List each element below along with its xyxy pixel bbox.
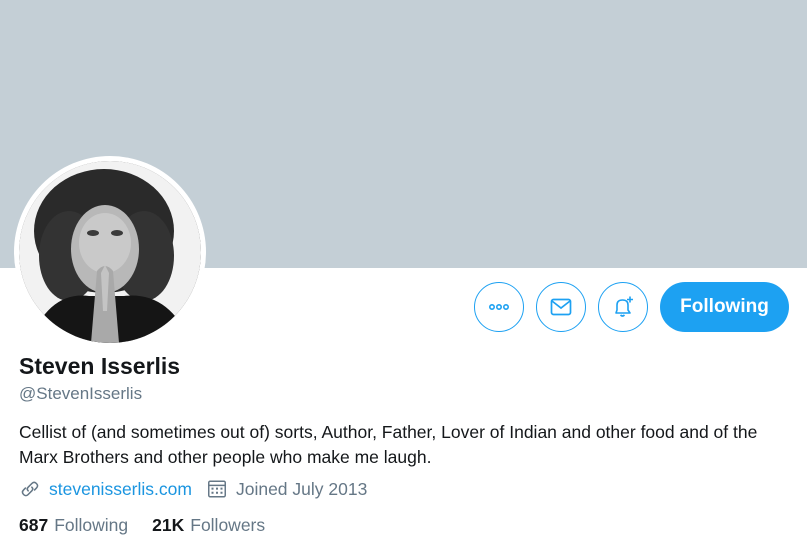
following-stat[interactable]: 687 Following [19,515,128,536]
following-button[interactable]: Following [660,282,789,332]
message-button[interactable] [536,282,586,332]
avatar[interactable] [19,161,201,343]
display-name: Steven Isserlis [19,353,181,379]
followers-count: 21K [152,515,185,535]
joined-item: Joined July 2013 [206,478,367,500]
link-icon [21,481,39,497]
notifications-button[interactable] [598,282,648,332]
more-button[interactable] [474,282,524,332]
avatar-portrait [19,161,201,343]
envelope-icon [550,298,572,316]
profile-bio: Cellist of (and sometimes out of) sorts,… [19,422,758,467]
bell-plus-icon [615,296,633,317]
following-label: Following [54,515,129,535]
profile-stats: 687 Following 21K Followers [19,515,289,536]
following-count: 687 [19,515,49,535]
website-link[interactable]: stevenisserlis.com [49,479,192,500]
avatar-frame [14,156,206,348]
profile-actions: Following [474,282,789,332]
profile-meta: stevenisserlis.com Joined July 2013 [19,478,381,500]
followers-stat[interactable]: 21K Followers [152,515,265,536]
more-icon [488,304,509,311]
joined-date: Joined July 2013 [235,478,368,499]
calendar-icon [207,480,226,498]
website-item: stevenisserlis.com [19,478,192,500]
profile-handle: @StevenIsserlis [19,384,143,403]
followers-label: Followers [190,515,266,535]
